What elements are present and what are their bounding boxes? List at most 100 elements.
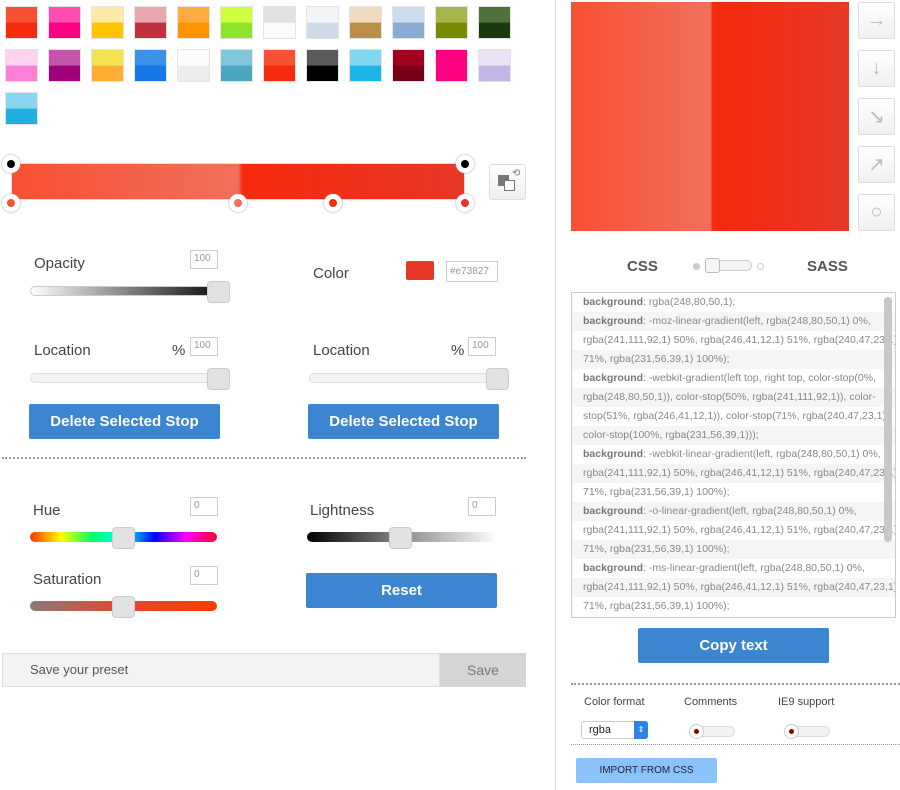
preset-swatch[interactable] bbox=[478, 6, 511, 39]
css-label: CSS bbox=[627, 258, 658, 275]
code-line: 71%, rgba(231,56,39,1) 100%); bbox=[572, 540, 895, 559]
preset-swatch[interactable] bbox=[5, 6, 38, 39]
comments-label: Comments bbox=[684, 696, 738, 708]
preset-swatch[interactable] bbox=[91, 6, 124, 39]
preset-name-input[interactable]: Save your preset bbox=[2, 653, 440, 687]
hue-input[interactable]: 0 bbox=[190, 497, 218, 516]
code-line: rgba(248,80,50,1)), color-stop(50%, rgba… bbox=[572, 388, 895, 407]
preset-swatch[interactable] bbox=[91, 49, 124, 82]
direction-button[interactable]: ↗ bbox=[858, 146, 895, 183]
preset-swatch[interactable] bbox=[306, 49, 339, 82]
arrow-down-icon: ↓ bbox=[871, 57, 882, 79]
preset-swatch[interactable] bbox=[177, 49, 210, 82]
import-from-css-button[interactable]: IMPORT FROM CSS bbox=[576, 758, 717, 783]
preset-swatch[interactable] bbox=[220, 6, 253, 39]
radial-circle-icon: ○ bbox=[870, 201, 883, 223]
preset-swatch[interactable] bbox=[134, 49, 167, 82]
preset-swatch[interactable] bbox=[48, 49, 81, 82]
color-swatch[interactable] bbox=[406, 261, 434, 280]
reset-button[interactable]: Reset bbox=[306, 573, 497, 608]
preset-swatch[interactable] bbox=[5, 49, 38, 82]
code-line: background: rgba(248,80,50,1); bbox=[583, 296, 736, 308]
color-stop-handle[interactable] bbox=[2, 194, 20, 212]
location-label: Location bbox=[313, 342, 370, 359]
direction-button[interactable]: → bbox=[858, 2, 895, 39]
comments-toggle[interactable] bbox=[689, 724, 735, 739]
preset-swatch[interactable] bbox=[134, 6, 167, 39]
code-line: rgba(241,111,92,1) 50%, rgba(246,41,12,1… bbox=[583, 334, 896, 346]
color-location-slider[interactable] bbox=[309, 373, 509, 383]
percent-label: % bbox=[451, 342, 465, 359]
color-location-input[interactable]: 100 bbox=[468, 337, 496, 356]
location-label: Location bbox=[34, 342, 91, 359]
preset-swatch[interactable] bbox=[349, 6, 382, 39]
preset-swatch[interactable] bbox=[392, 49, 425, 82]
preset-swatch[interactable] bbox=[435, 49, 468, 82]
preset-swatch[interactable] bbox=[263, 49, 296, 82]
saturation-input[interactable]: 0 bbox=[190, 566, 218, 585]
preset-swatch[interactable] bbox=[306, 6, 339, 39]
color-label: Color bbox=[313, 265, 349, 282]
code-line: 71%, rgba(231,56,39,1) 100%); bbox=[583, 600, 730, 612]
saturation-slider-thumb[interactable] bbox=[112, 596, 135, 618]
color-hex-input[interactable]: #e73827 bbox=[446, 261, 498, 282]
gradient-preview bbox=[571, 2, 849, 231]
opacity-location-slider[interactable] bbox=[30, 373, 230, 383]
select-arrows-icon: ⇕ bbox=[634, 721, 648, 739]
preset-swatch[interactable] bbox=[5, 92, 38, 125]
preset-swatch[interactable] bbox=[220, 49, 253, 82]
scrollbar[interactable] bbox=[884, 297, 892, 542]
lightness-input[interactable]: 0 bbox=[468, 497, 496, 516]
code-line: rgba(241,111,92,1) 50%, rgba(246,41,12,1… bbox=[583, 524, 896, 536]
css-output[interactable]: background: rgba(248,80,50,1); background… bbox=[571, 292, 896, 618]
opacity-input[interactable]: 100 bbox=[190, 250, 218, 269]
color-format-label: Color format bbox=[584, 696, 645, 708]
arrow-right-icon: → bbox=[866, 9, 887, 31]
direction-button[interactable]: ○ bbox=[858, 194, 895, 231]
divider bbox=[2, 457, 526, 459]
preset-swatch[interactable] bbox=[349, 49, 382, 82]
preset-swatch[interactable] bbox=[478, 49, 511, 82]
code-line: background: -webkit-linear-gradient(left… bbox=[583, 448, 881, 460]
ie9-support-toggle[interactable] bbox=[784, 724, 830, 739]
swap-stops-button[interactable]: ⟲ bbox=[489, 164, 526, 200]
hue-slider-thumb[interactable] bbox=[112, 527, 135, 549]
opacity-slider-thumb[interactable] bbox=[207, 281, 230, 303]
delete-opacity-stop-button[interactable]: Delete Selected Stop bbox=[29, 404, 220, 439]
direction-button[interactable]: ↓ bbox=[858, 50, 895, 87]
opacity-slider[interactable] bbox=[30, 286, 230, 296]
preset-swatch[interactable] bbox=[263, 6, 296, 39]
direction-button[interactable]: ↘ bbox=[858, 98, 895, 135]
code-line: stop(51%, rgba(246,41,12,1)), color-stop… bbox=[583, 410, 893, 422]
code-line: rgba(241,111,92,1) 50%, rgba(246,41,12,1… bbox=[572, 464, 895, 483]
lightness-label: Lightness bbox=[310, 502, 375, 519]
code-line: 71%, rgba(231,56,39,1) 100%); bbox=[583, 486, 730, 498]
code-line: background: -webkit-gradient(left top, r… bbox=[583, 372, 876, 384]
arrow-down-right-icon: ↘ bbox=[868, 106, 885, 128]
color-location-thumb[interactable] bbox=[486, 368, 509, 390]
code-line: 71%, rgba(231,56,39,1) 100%); bbox=[572, 350, 895, 369]
preset-swatch[interactable] bbox=[177, 6, 210, 39]
preset-swatch[interactable] bbox=[48, 6, 81, 39]
opacity-location-thumb[interactable] bbox=[207, 368, 230, 390]
percent-label: % bbox=[172, 342, 186, 359]
preset-swatch[interactable] bbox=[435, 6, 468, 39]
copy-text-button[interactable]: Copy text bbox=[638, 628, 829, 663]
code-line: background: -o-linear-gradient(left, rgb… bbox=[572, 502, 895, 521]
arrow-up-right-icon: ↗ bbox=[868, 154, 885, 176]
color-stop-handle[interactable] bbox=[324, 194, 343, 212]
delete-color-stop-button[interactable]: Delete Selected Stop bbox=[308, 404, 499, 439]
opacity-label: Opacity bbox=[34, 255, 85, 272]
color-stop-handle[interactable] bbox=[456, 194, 474, 212]
save-preset-button[interactable]: Save bbox=[440, 653, 526, 687]
lightness-slider-thumb[interactable] bbox=[389, 527, 412, 549]
color-stop-handle[interactable] bbox=[229, 194, 247, 212]
code-line: color-stop(100%, rgba(231,56,39,1))); bbox=[572, 426, 895, 445]
color-format-select[interactable]: rgba ⇕ bbox=[581, 721, 648, 739]
opacity-location-input[interactable]: 100 bbox=[190, 337, 218, 356]
opacity-stop-handle[interactable] bbox=[2, 155, 20, 173]
code-line: background: -moz-linear-gradient(left, r… bbox=[572, 312, 895, 331]
opacity-stop-handle[interactable] bbox=[456, 155, 474, 173]
panel-divider bbox=[555, 0, 556, 790]
preset-swatch[interactable] bbox=[392, 6, 425, 39]
